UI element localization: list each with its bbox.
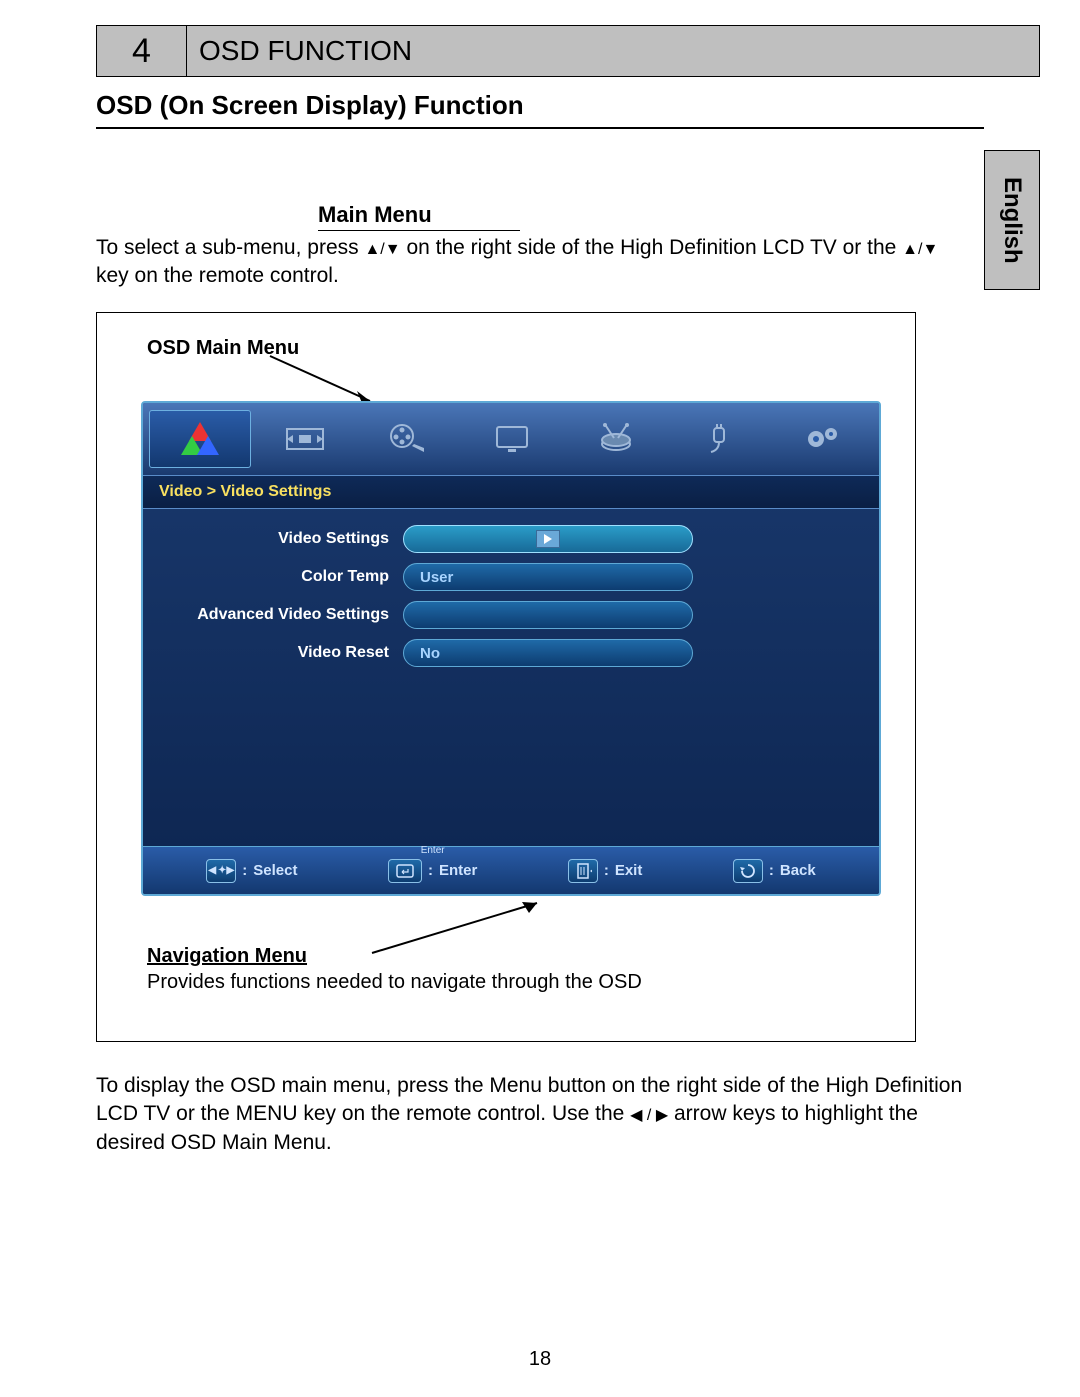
language-tab: English: [984, 150, 1040, 290]
intro-text-b: on the right side of the High Definition…: [406, 236, 902, 259]
osd-panel: Video > Video Settings Video Settings Co…: [141, 401, 881, 896]
language-label: English: [998, 177, 1026, 264]
menu-label: Color Temp: [163, 568, 403, 586]
pip-icon: [285, 425, 325, 453]
menu-value-text: No: [420, 645, 440, 662]
intro-text-c: key on the remote control.: [96, 264, 339, 287]
plug-icon: [702, 422, 736, 456]
up-down-triangle-icon: ▲/▼: [364, 242, 400, 258]
tab-video[interactable]: [149, 410, 251, 468]
main-menu-heading: Main Menu: [318, 202, 520, 231]
nav-arrows-icon: ✦: [206, 859, 236, 883]
page-number: 18: [0, 1348, 1080, 1371]
menu-value-text: User: [420, 569, 453, 586]
navigation-menu-label: Navigation Menu: [147, 945, 307, 968]
up-down-triangle-icon: ▲/▼: [902, 242, 938, 258]
menu-value-pill[interactable]: [403, 601, 693, 629]
bottom-paragraph: To display the OSD main menu, press the …: [96, 1072, 984, 1157]
chapter-number: 4: [97, 26, 187, 76]
nav-select-label: Select: [253, 862, 297, 879]
intro-text-a: To select a sub-menu, press: [96, 236, 364, 259]
osd-nav-bar: ✦ : Select Enter : Enter : Exit: [143, 846, 879, 894]
nav-back-label: Back: [780, 862, 816, 879]
osd-breadcrumb: Video > Video Settings: [143, 475, 879, 509]
osd-tab-row: [143, 403, 879, 475]
tab-pip[interactable]: [255, 410, 355, 468]
menu-row-advanced-video[interactable]: Advanced Video Settings: [163, 599, 859, 631]
menu-row-color-temp[interactable]: Color Temp User: [163, 561, 859, 593]
menu-value-pill[interactable]: User: [403, 563, 693, 591]
menu-value-pill[interactable]: [403, 525, 693, 553]
callout-arrow-icon: [367, 898, 547, 958]
enter-key-icon: [388, 859, 422, 883]
screen-icon: [494, 424, 530, 454]
menu-label: Advanced Video Settings: [163, 606, 403, 624]
nav-exit-label: Exit: [615, 862, 643, 879]
left-right-triangle-icon: ◀ / ▶: [630, 1107, 668, 1124]
nav-back: : Back: [733, 859, 816, 883]
figure-container: OSD Main Menu: [96, 312, 916, 1042]
nav-enter-label: Enter: [439, 862, 477, 879]
film-reel-icon: [390, 422, 426, 456]
osd-menu-list: Video Settings Color Temp User Advanced …: [143, 509, 879, 683]
tab-input[interactable]: [670, 410, 770, 468]
tab-audio[interactable]: [566, 410, 666, 468]
chapter-header: 4 OSD FUNCTION: [96, 25, 1040, 77]
menu-row-video-settings[interactable]: Video Settings: [163, 523, 859, 555]
nav-enter-top-label: Enter: [388, 845, 477, 856]
intro-paragraph: To select a sub-menu, press ▲/▼ on the r…: [96, 234, 962, 291]
menu-label: Video Settings: [163, 530, 403, 548]
navigation-menu-desc: Provides functions needed to navigate th…: [147, 971, 642, 994]
rgb-triangle-icon: [181, 422, 219, 456]
play-icon: [536, 530, 560, 548]
nav-select: ✦ : Select: [206, 859, 297, 883]
tab-screen[interactable]: [462, 410, 562, 468]
exit-icon: [568, 859, 598, 883]
drum-icon: [596, 422, 636, 456]
menu-label: Video Reset: [163, 644, 403, 662]
nav-exit: : Exit: [568, 859, 643, 883]
nav-enter: Enter : Enter: [388, 859, 477, 883]
menu-value-pill[interactable]: No: [403, 639, 693, 667]
chapter-title: OSD FUNCTION: [187, 26, 1039, 76]
tab-setup[interactable]: [773, 410, 873, 468]
tab-movie[interactable]: [358, 410, 458, 468]
back-icon: [733, 859, 763, 883]
section-title: OSD (On Screen Display) Function: [96, 90, 984, 129]
gears-icon: [803, 422, 843, 456]
menu-row-video-reset[interactable]: Video Reset No: [163, 637, 859, 669]
